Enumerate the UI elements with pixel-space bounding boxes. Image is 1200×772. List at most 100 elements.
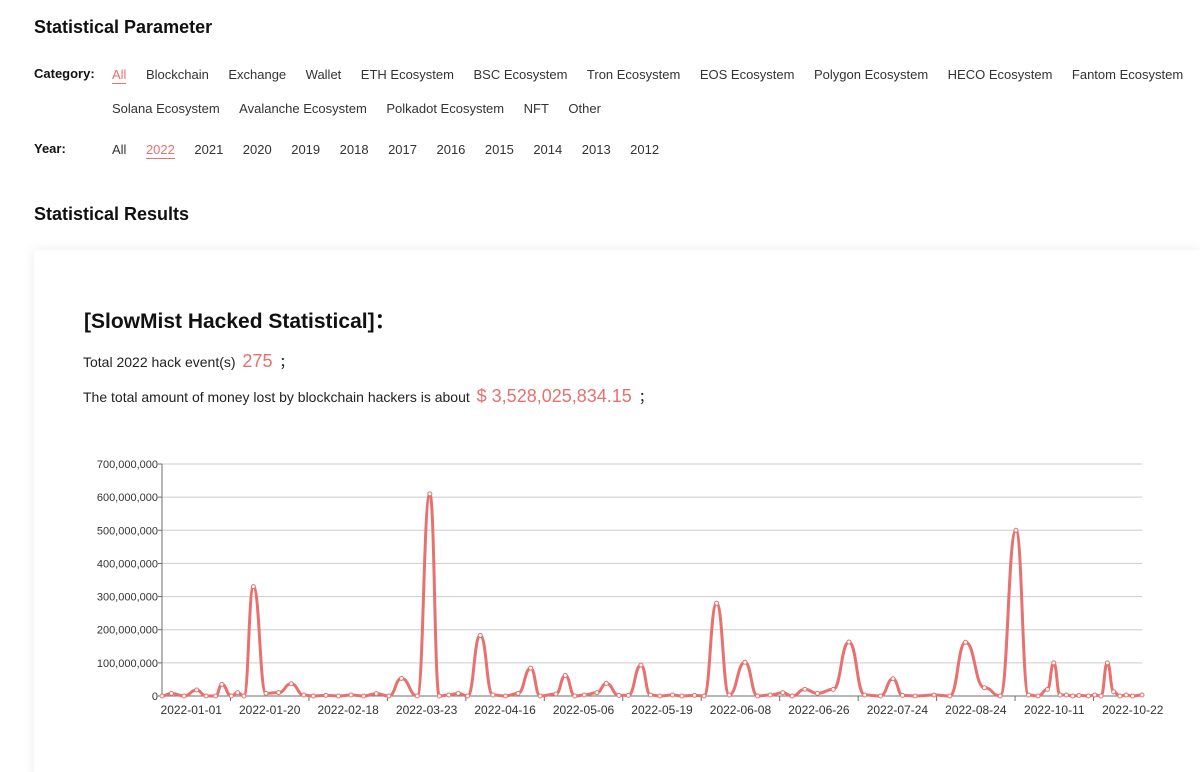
loss-data-point (581, 692, 587, 698)
year-option-2020[interactable]: 2020 (243, 141, 272, 159)
category-option-other[interactable]: Other (568, 100, 601, 117)
loss-data-point (947, 693, 953, 699)
loss-data-point (219, 681, 225, 687)
loss-data-point (846, 639, 852, 645)
loss-data-point (250, 584, 256, 590)
loss-data-point (235, 690, 241, 696)
category-option-nft[interactable]: NFT (524, 100, 549, 117)
x-tick-label: 2022-01-20 (239, 703, 301, 717)
category-option-all[interactable]: All (112, 66, 127, 84)
category-option-heco-ecosystem[interactable]: HECO Ecosystem (948, 66, 1053, 84)
x-tick-label: 2022-06-08 (710, 703, 772, 717)
x-tick-label: 2022-06-26 (788, 703, 850, 717)
category-option-exchange[interactable]: Exchange (228, 66, 286, 84)
x-tick-label: 2022-03-23 (396, 703, 458, 717)
loss-data-point (1051, 660, 1057, 666)
year-option-2014[interactable]: 2014 (533, 141, 562, 159)
loss-data-point (616, 692, 622, 698)
loss-data-point (436, 693, 442, 699)
x-tick-label: 2022-02-18 (317, 703, 379, 717)
loss-data-point (414, 693, 420, 699)
loss-data-point (1070, 693, 1076, 699)
loss-data-point (241, 693, 247, 699)
loss-data-point (398, 675, 404, 681)
loss-data-point (553, 691, 559, 697)
year-option-2015[interactable]: 2015 (485, 141, 514, 159)
category-option-polkadot-ecosystem[interactable]: Polkadot Ecosystem (386, 100, 504, 117)
statistical-results-heading: Statistical Results (34, 204, 190, 224)
loss-data-point (726, 692, 732, 698)
loss-data-point (789, 693, 795, 699)
year-label: Year: (34, 141, 66, 156)
loss-data-point (373, 691, 379, 697)
loss-data-point (1117, 693, 1123, 699)
x-tick-label: 2022-01-01 (161, 703, 223, 717)
year-option-2016[interactable]: 2016 (436, 141, 465, 159)
category-option-avalanche-ecosystem[interactable]: Avalanche Ecosystem (239, 100, 367, 117)
category-option-solana-ecosystem[interactable]: Solana Ecosystem (112, 100, 220, 117)
category-option-eos-ecosystem[interactable]: EOS Ecosystem (700, 66, 795, 84)
y-tick-label: 0 (152, 691, 158, 703)
category-options: All Blockchain Exchange Wallet ETH Ecosystem… (112, 66, 1200, 117)
loss-data-point (168, 690, 174, 696)
category-option-wallet[interactable]: Wallet (306, 66, 342, 84)
year-option-2017[interactable]: 2017 (388, 141, 417, 159)
loss-series-line (161, 492, 1143, 698)
loss-data-point (1130, 693, 1136, 699)
loss-data-point (714, 600, 720, 606)
loss-data-point (742, 659, 748, 665)
loss-data-point (1035, 693, 1041, 699)
loss-data-point (981, 685, 987, 691)
loss-data-point (657, 693, 663, 699)
loss-data-point (228, 693, 234, 699)
loss-data-point (692, 692, 698, 698)
loss-data-point (997, 693, 1003, 699)
x-tick-label: 2022-05-06 (553, 703, 615, 717)
loss-data-point (1026, 692, 1032, 698)
loss-data-point (263, 690, 269, 696)
x-tick-label: 2022-10-11 (1024, 703, 1085, 717)
loss-data-point (455, 690, 461, 696)
page: Statistical Parameter Category: All Block… (0, 0, 1200, 772)
loss-data-point (323, 692, 329, 698)
loss-data-point (194, 687, 200, 693)
category-option-fantom-ecosystem[interactable]: Fantom Ecosystem (1072, 66, 1183, 84)
loss-data-point (1013, 527, 1019, 533)
loss-data-point (603, 680, 609, 686)
loss-data-point (288, 681, 294, 687)
loss-data-point (348, 692, 354, 698)
category-option-bsc-ecosystem[interactable]: BSC Ecosystem (473, 66, 567, 84)
x-tick-label: 2022-08-24 (945, 703, 1007, 717)
category-option-polygon-ecosystem[interactable]: Polygon Ecosystem (814, 66, 928, 84)
loss-data-point (1092, 692, 1098, 698)
loss-data-point (890, 676, 896, 682)
y-tick-label: 300,000,000 (97, 592, 158, 604)
category-option-blockchain[interactable]: Blockchain (146, 66, 209, 84)
hack-loss-line-chart: 0 100,000,000 200,000,000 300,000,000 400,00… (97, 459, 1164, 717)
year-option-all[interactable]: All (112, 141, 126, 159)
y-tick-label: 400,000,000 (97, 558, 158, 570)
loss-data-point (203, 693, 209, 699)
year-option-2013[interactable]: 2013 (582, 141, 611, 159)
category-option-eth-ecosystem[interactable]: ETH Ecosystem (361, 66, 454, 84)
x-tick-label: 2022-05-19 (631, 703, 693, 717)
year-option-2022[interactable]: 2022 (145, 141, 175, 159)
loss-data-point (1098, 693, 1104, 699)
year-option-2021[interactable]: 2021 (194, 141, 223, 159)
loss-data-point (594, 690, 600, 696)
x-tick-label: 2022-10-22 (1102, 703, 1164, 717)
y-tick-label: 500,000,000 (97, 525, 158, 537)
loss-data-point (963, 639, 969, 645)
loss-data-point (1111, 689, 1117, 695)
loss-data-point (625, 692, 631, 698)
loss-data-point (767, 692, 773, 698)
year-option-2018[interactable]: 2018 (340, 141, 369, 159)
year-option-2019[interactable]: 2019 (291, 141, 320, 159)
loss-data-point (647, 692, 653, 698)
loss-data-point (477, 632, 483, 638)
year-option-2012[interactable]: 2012 (630, 141, 659, 159)
loss-data-point (310, 693, 316, 699)
loss-data-point (802, 686, 808, 692)
loss-data-point (572, 693, 578, 699)
category-option-tron-ecosystem[interactable]: Tron Ecosystem (587, 66, 680, 84)
